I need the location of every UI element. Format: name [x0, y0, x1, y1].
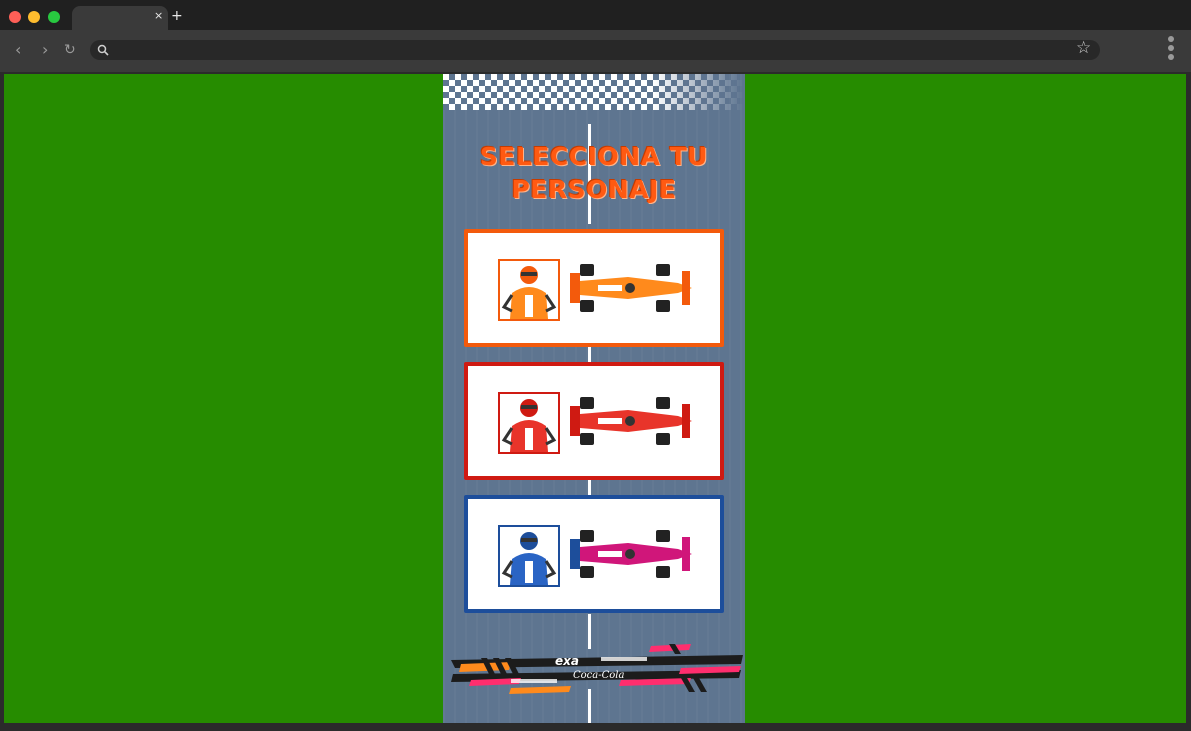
page-title: SELECCIONA TU PERSONAJE	[463, 140, 725, 206]
checkered-flag-banner	[443, 74, 743, 110]
title-line-2: PERSONAJE	[511, 175, 677, 204]
race-car-blue-icon	[568, 527, 694, 581]
new-tab-button[interactable]: +	[171, 7, 183, 25]
race-car-red-icon	[568, 394, 694, 448]
forward-icon[interactable]: ›	[42, 39, 48, 61]
page-viewport: SELECCIONA TU PERSONAJE exa Coca-Cola	[4, 74, 1186, 723]
character-card-blue[interactable]	[464, 495, 724, 613]
sponsor-logo: exa Coca-Cola	[451, 640, 743, 700]
race-car-orange-icon	[568, 261, 694, 315]
track-center-line	[588, 479, 591, 495]
reload-icon[interactable]: ↻	[64, 39, 76, 61]
track-center-line	[588, 344, 591, 364]
tab-close-icon[interactable]: ×	[154, 9, 163, 23]
maximize-window-button[interactable]	[48, 11, 60, 23]
title-line-1: SELECCIONA TU	[479, 142, 709, 171]
brand-logo-text: exa	[555, 654, 579, 668]
game-container: SELECCIONA TU PERSONAJE exa Coca-Cola	[443, 74, 745, 723]
character-card-orange[interactable]	[464, 229, 724, 347]
browser-menu-icon[interactable]	[1166, 36, 1176, 64]
address-input[interactable]	[116, 40, 1070, 62]
search-icon	[97, 44, 109, 56]
driver-avatar-icon	[498, 259, 560, 321]
character-card-red[interactable]	[464, 362, 724, 480]
minimize-window-button[interactable]	[28, 11, 40, 23]
back-icon[interactable]: ‹	[15, 39, 21, 61]
driver-avatar-icon	[498, 392, 560, 454]
browser-titlebar: × +	[0, 0, 1191, 30]
driver-avatar-icon	[498, 525, 560, 587]
address-bar[interactable]: ☆	[90, 38, 1100, 62]
close-window-button[interactable]	[9, 11, 21, 23]
cocacola-logo-text: Coca-Cola	[573, 670, 625, 681]
bookmark-star-icon[interactable]: ☆	[1076, 38, 1091, 58]
